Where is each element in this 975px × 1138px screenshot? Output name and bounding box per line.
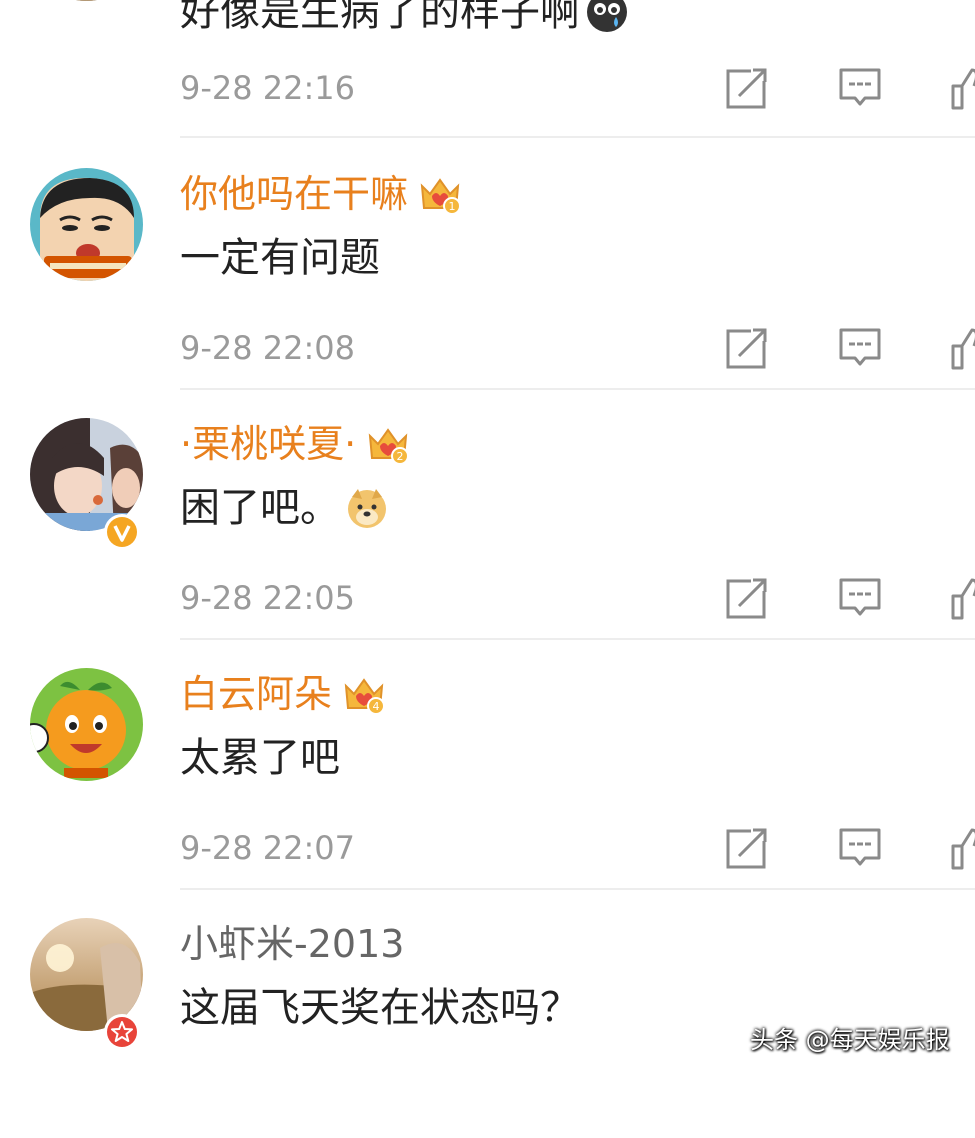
vip-crown-icon: 4 xyxy=(344,678,386,715)
avatar-food-icon xyxy=(30,0,143,1)
username[interactable]: 你他吗在干嘛 1 xyxy=(180,168,462,220)
username-label: 小虾米-2013 xyxy=(180,922,405,966)
reply-icon[interactable] xyxy=(838,326,882,370)
crown-level: 4 xyxy=(373,700,380,713)
avatar-orange-cartoon-icon xyxy=(30,668,143,781)
comment-item: 你他吗在干嘛 1 一定有问题 9-28 22:08 xyxy=(0,138,975,390)
comment-item: 好像是生病了的样子啊 9-28 22:16 xyxy=(0,0,975,138)
like-icon[interactable] xyxy=(950,326,975,370)
comment-text: 这届飞天奖在状态吗？ xyxy=(180,980,580,1036)
username-label: 你他吗在干嘛 xyxy=(180,172,409,216)
comment-text-content: 这届飞天奖在状态吗？ xyxy=(180,985,580,1031)
avatar[interactable] xyxy=(30,668,143,781)
share-icon[interactable] xyxy=(725,826,769,870)
like-icon[interactable] xyxy=(950,826,975,870)
reply-icon[interactable] xyxy=(838,576,882,620)
doge-emoji-icon xyxy=(348,489,386,528)
avatar[interactable] xyxy=(30,168,143,281)
avatar-cartoon-boy-icon xyxy=(30,168,143,281)
username[interactable]: ·栗桃咲夏· 2 xyxy=(180,418,410,470)
comment-item: ·栗桃咲夏· 2 困了吧。 9-28 22:05 xyxy=(0,388,975,640)
crown-level: 2 xyxy=(397,450,404,463)
star-badge-icon xyxy=(104,1014,140,1050)
comment-time: 9-28 22:05 xyxy=(180,579,356,617)
comment-text: 困了吧。 xyxy=(180,480,388,536)
watermark: 头条 @每天娱乐报 xyxy=(750,1026,950,1054)
verified-v-badge-icon xyxy=(104,514,140,550)
avatar[interactable] xyxy=(30,0,143,1)
comment-time: 9-28 22:07 xyxy=(180,829,356,867)
crown-level: 1 xyxy=(449,200,456,213)
vip-crown-icon: 2 xyxy=(368,428,410,465)
vip-crown-icon: 1 xyxy=(420,178,462,215)
comment-text-content: 好像是生病了的样子啊 xyxy=(180,0,580,35)
username[interactable]: 白云阿朵 4 xyxy=(180,668,386,720)
comment-item: 白云阿朵 4 太累了吧 9-28 22:07 xyxy=(0,638,975,890)
comment-text-content: 一定有问题 xyxy=(180,235,380,281)
like-icon[interactable] xyxy=(950,576,975,620)
cry-face-emoji-icon xyxy=(587,0,627,32)
comment-text-content: 困了吧。 xyxy=(180,485,340,531)
like-icon[interactable] xyxy=(950,66,975,110)
reply-icon[interactable] xyxy=(838,826,882,870)
comment-text: 好像是生病了的样子啊 xyxy=(180,0,628,40)
username[interactable]: 小虾米-2013 xyxy=(180,918,404,970)
username-label: 白云阿朵 xyxy=(180,672,333,716)
comment-time: 9-28 22:16 xyxy=(180,69,356,107)
share-icon[interactable] xyxy=(725,576,769,620)
comment-text: 一定有问题 xyxy=(180,230,380,286)
comment-time: 9-28 22:08 xyxy=(180,329,356,367)
comment-text: 太累了吧 xyxy=(180,730,340,786)
reply-icon[interactable] xyxy=(838,66,882,110)
comment-item: 小虾米-2013 这届飞天奖在状态吗？ xyxy=(0,888,975,1138)
share-icon[interactable] xyxy=(725,326,769,370)
username-label: ·栗桃咲夏· xyxy=(180,422,357,466)
share-icon[interactable] xyxy=(725,66,769,110)
comment-text-content: 太累了吧 xyxy=(180,735,340,781)
